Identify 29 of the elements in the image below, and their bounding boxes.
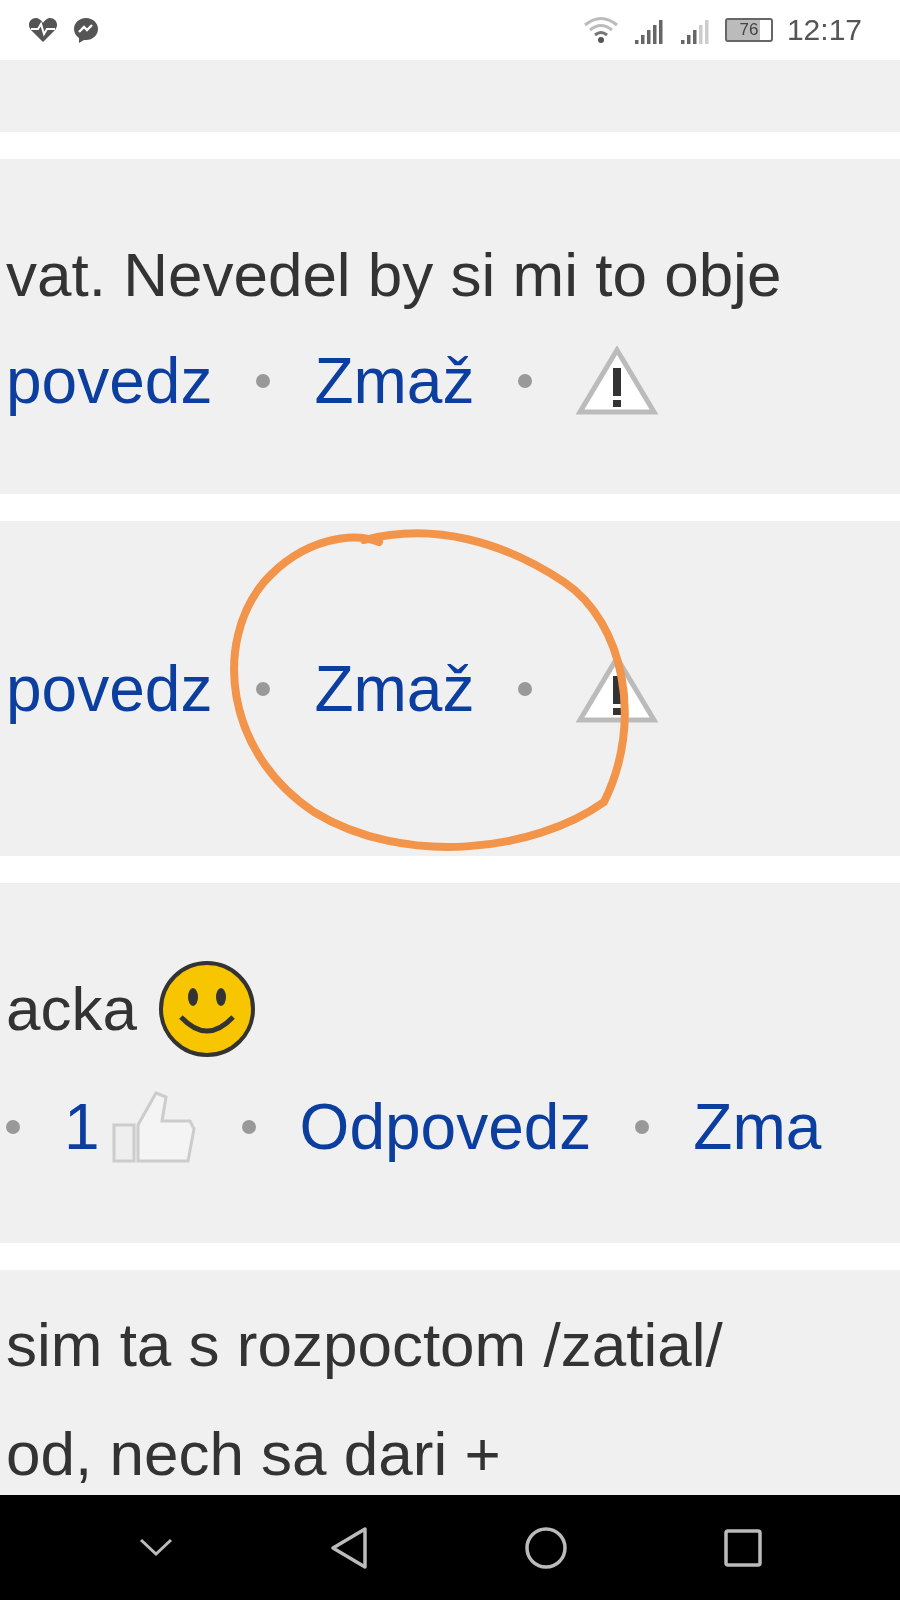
home-icon[interactable]: [523, 1525, 568, 1570]
comment-text: vat. Nevedel by si mi to obje: [6, 239, 782, 312]
clock-time: 12:17: [786, 13, 862, 47]
separator-dot: [6, 1120, 20, 1134]
comment-text: od, nech sa dari +: [6, 1418, 501, 1490]
smiley-icon: [156, 959, 257, 1059]
separator-dot: [256, 373, 271, 388]
comment-link[interactable]: povedz: [6, 651, 213, 726]
comment-link[interactable]: Zmaž: [314, 343, 475, 418]
recents-icon[interactable]: [722, 1527, 763, 1568]
separator-dot: [518, 373, 533, 388]
comment-text: sim ta s rozpoctom /zatial/: [6, 1309, 723, 1382]
comment-link[interactable]: Zmaž: [314, 651, 475, 726]
separator-dot: [635, 1120, 650, 1134]
separator-dot: [518, 681, 533, 696]
like-count: 1: [64, 1090, 100, 1164]
chat-bubble-icon: [72, 16, 100, 44]
warning-icon[interactable]: [576, 345, 659, 416]
comment-text: acka: [6, 972, 137, 1045]
comment-link[interactable]: Zma: [693, 1090, 822, 1164]
separator-dot: [241, 1120, 256, 1134]
battery-level: 76: [724, 18, 773, 42]
comment-link[interactable]: povedz: [6, 343, 213, 418]
heart-pulse-icon: [28, 17, 58, 43]
back-icon[interactable]: [328, 1525, 369, 1570]
chevron-down-icon[interactable]: [137, 1536, 174, 1559]
separator-dot: [256, 681, 271, 696]
wifi-icon: [582, 16, 619, 44]
comment-link[interactable]: Odpovedz: [299, 1090, 592, 1164]
